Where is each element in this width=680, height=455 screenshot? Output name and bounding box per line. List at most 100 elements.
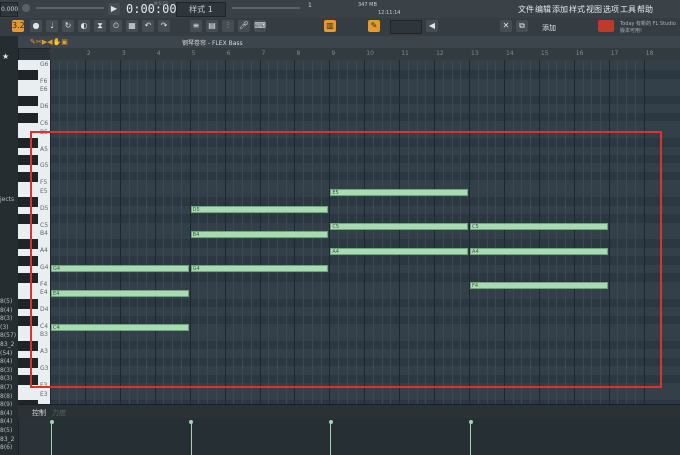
browser-item[interactable]: 8(7) <box>0 384 12 391</box>
black-key[interactable] <box>18 70 38 81</box>
browser-item[interactable]: 8(3) <box>0 315 12 322</box>
menu-edit[interactable]: 编辑 <box>535 4 551 15</box>
menu-help[interactable]: 帮助 <box>637 4 653 15</box>
ruler-tick: 16 <box>575 50 584 57</box>
master-slider[interactable] <box>36 7 104 9</box>
copy-icon[interactable]: ⧉ <box>516 20 528 32</box>
snap-button[interactable]: 3.2 <box>12 20 25 32</box>
black-key[interactable] <box>18 112 38 123</box>
ruler-tick: 18 <box>645 50 654 57</box>
browser-item[interactable]: 8(4) <box>0 418 12 425</box>
ruler-tick: 5 <box>191 50 196 57</box>
menu-pattern[interactable]: 样式 <box>569 4 585 15</box>
browser-item[interactable]: 8(3) <box>0 375 12 382</box>
browser-item[interactable]: 8(4) <box>0 358 12 365</box>
browser-label[interactable]: jects <box>0 196 14 203</box>
menu-add[interactable]: 添加 <box>552 4 568 15</box>
velocity-handle[interactable] <box>189 420 194 424</box>
browser-item[interactable]: 8(6) <box>0 444 12 451</box>
browser-item[interactable]: 8(8) <box>0 393 12 400</box>
channel-rack-icon[interactable]: ▤ <box>206 20 218 32</box>
browser-list: 8(5) 8(4) 8(3) (3) 8(57) 83_2 (54) 8(4) 8(3) 8(3)… <box>0 298 16 455</box>
play-icon[interactable]: ▶ <box>108 3 120 15</box>
ruler-tick: 8 <box>296 50 301 57</box>
playlist-icon[interactable]: ≡ <box>190 20 202 32</box>
velocity-stem[interactable] <box>330 422 332 455</box>
key-label: E6 <box>40 86 48 94</box>
menu-tools[interactable]: 工具 <box>620 4 636 15</box>
mixer-icon[interactable]: ⫶ <box>222 20 234 32</box>
key-label: D6 <box>40 103 49 111</box>
mic-icon[interactable]: 🎤︎ <box>238 20 250 32</box>
key-label: G6 <box>40 61 49 68</box>
browser-item[interactable]: 8(5) <box>0 298 12 305</box>
wait-icon[interactable]: ⧗ <box>94 20 106 32</box>
blend-icon[interactable]: ◐ <box>78 20 90 32</box>
time-unit: M:S:CS <box>154 1 169 6</box>
velocity-label[interactable]: 力度 <box>52 408 66 418</box>
browser-item[interactable]: 8(3) <box>0 367 12 374</box>
menu-options[interactable]: 选项 <box>603 4 619 15</box>
velocity-stem[interactable] <box>51 422 52 455</box>
master-volume-readout[interactable]: 0.000 <box>0 2 18 17</box>
transport-bar: 0.000 ▶ 0:00:00 M:S:CS 样式 1 1 347 MB 12:… <box>0 0 680 19</box>
ruler-tick: 10 <box>366 50 374 57</box>
main-toolbar: 3.2 ● ♩ ↻ ◐ ⧗ ⏲ ▦ ↶ ↷ ≡ ▤ ⫶ 🎤︎ ⌨︎ ▥ ✎ ◀ … <box>0 18 680 37</box>
black-key[interactable] <box>18 95 38 106</box>
menu-file[interactable]: 文件 <box>518 4 534 15</box>
velocity-handle[interactable] <box>328 420 333 424</box>
ruler-tick: 14 <box>505 50 514 57</box>
ruler-tick: 6 <box>226 50 231 57</box>
undo-icon[interactable]: ↶ <box>142 20 154 32</box>
tempo-slider[interactable] <box>232 7 300 9</box>
pattern-selector[interactable]: 样式 1 <box>176 2 226 17</box>
pitch-knob-icon[interactable] <box>22 4 30 12</box>
news-line-2[interactable]: 版本可用! <box>620 27 642 34</box>
ruler-tick: 9 <box>331 50 336 57</box>
news-line-1[interactable]: Today 有新的 FL Studio <box>620 20 676 27</box>
metronome-icon[interactable]: ♩ <box>46 20 58 32</box>
ruler-tick: 11 <box>401 50 409 57</box>
velocity-stem[interactable] <box>470 422 472 455</box>
browser-item[interactable]: (54) <box>0 350 12 357</box>
browser-item[interactable]: 83_2 <box>0 341 14 348</box>
velocity-handle[interactable] <box>468 420 473 424</box>
add-button[interactable]: 添加 <box>542 23 556 33</box>
record-icon[interactable]: ● <box>30 20 42 32</box>
piano-roll-title: 钢琴卷帘 - FLEX Bass <box>182 40 243 47</box>
velocity-stem[interactable] <box>190 422 192 455</box>
browser-item[interactable]: 8(5) <box>0 427 12 434</box>
control-lane-header: 控制 力度 <box>18 404 680 419</box>
menu-view[interactable]: 视图 <box>586 4 602 15</box>
redo-icon[interactable]: ↷ <box>158 20 170 32</box>
step-value: 1 <box>308 2 312 9</box>
piano-roll-icon[interactable]: ▥ <box>324 20 336 32</box>
step-icon[interactable]: ▦ <box>126 20 138 32</box>
tool-icons[interactable]: ✎✂▶◀✋▣ <box>30 38 68 46</box>
pencil-icon[interactable]: ✎ <box>368 20 380 32</box>
browser-item[interactable]: 8(4) <box>0 410 12 417</box>
ruler-tick: 7 <box>261 50 266 57</box>
loop-icon[interactable]: ↻ <box>62 20 74 32</box>
ruler-tick: 3 <box>121 50 126 57</box>
browser-item[interactable]: (3) <box>0 324 9 331</box>
ruler-tick: 13 <box>471 50 479 57</box>
output-selector[interactable] <box>390 20 422 34</box>
browser-item[interactable]: 8(4) <box>0 307 12 314</box>
velocity-lane[interactable] <box>49 418 680 455</box>
speaker-icon[interactable]: ◀ <box>426 20 438 32</box>
key-label: C6 <box>40 120 49 128</box>
cpu-meter <box>598 20 614 32</box>
clock-readout: 12:11:14 <box>378 10 401 16</box>
ruler-tick: 15 <box>540 50 549 57</box>
close-icon[interactable]: ✕ <box>500 20 512 32</box>
keyboard-icon[interactable]: ⌨︎ <box>254 20 266 32</box>
selection-box <box>30 131 662 388</box>
control-label[interactable]: 控制 <box>32 408 46 418</box>
browser-item[interactable]: 8(57) <box>0 332 16 339</box>
velocity-handle[interactable] <box>49 420 54 424</box>
browser-item[interactable]: 8(9) <box>0 401 12 408</box>
countdown-icon[interactable]: ⏲ <box>110 20 122 32</box>
star-icon[interactable]: ★ <box>2 52 9 61</box>
browser-item[interactable]: 83_2 <box>0 436 14 443</box>
